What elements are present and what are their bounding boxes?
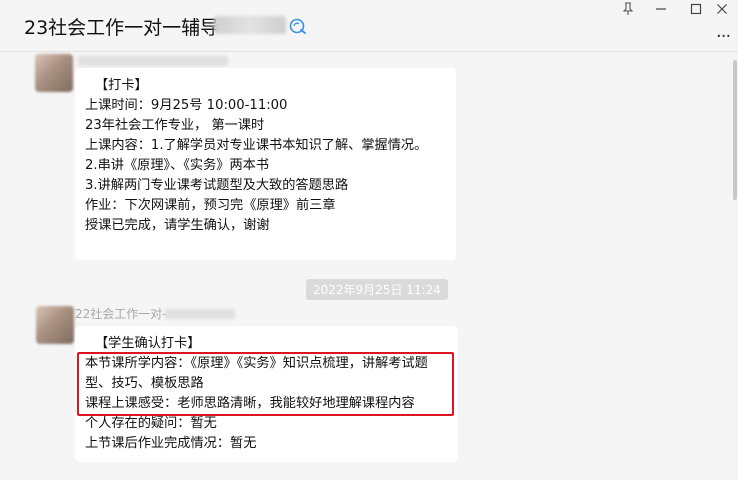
message-line: 上节课后作业完成情况：暂无 — [85, 436, 257, 451]
pin-icon — [622, 2, 634, 15]
message-line: 课程上课感受：老师思路清晰，我能较好地理解课程内容 — [85, 396, 415, 411]
message-line: 个人存在的疑问：暂无 — [85, 416, 217, 431]
chat-scrollbar[interactable] — [733, 60, 737, 200]
sender-name-redacted — [165, 309, 235, 319]
chat-sync-icon[interactable] — [288, 16, 308, 36]
minimize-icon — [656, 8, 666, 10]
title-redacted — [214, 16, 286, 34]
more-options-button[interactable]: ... — [716, 22, 736, 42]
close-icon — [717, 4, 727, 14]
message-line: 作业：下次网课前，预习完《原理》前三章 — [85, 198, 336, 213]
chat-titlebar: 23社会工作一对一辅导 ... — [0, 0, 738, 52]
pin-button[interactable] — [612, 0, 644, 18]
message-line: 【学生确认打卡】 — [95, 336, 201, 351]
message-timestamp: 2022年9月25日 11:24 — [306, 279, 448, 300]
avatar[interactable] — [35, 54, 73, 92]
message-line: 授课已完成，请学生确认，谢谢 — [85, 218, 270, 233]
sender-name: 22社会工作一对- — [75, 307, 167, 321]
message-line: 本节课所学内容：《原理》《实务》知识点梳理，讲解考试题型、技巧、模板思路 — [85, 356, 428, 391]
message-line: 2.串讲《原理》、《实务》两本书 — [85, 158, 270, 173]
message-bubble[interactable]: 【打卡】 上课时间：9月25号 10:00-11:00 23年社会工作专业， 第… — [75, 68, 456, 260]
minimize-button[interactable] — [645, 0, 677, 18]
close-button[interactable] — [706, 0, 738, 18]
avatar[interactable] — [36, 306, 74, 344]
message-bubble[interactable]: 【学生确认打卡】 本节课所学内容：《原理》《实务》知识点梳理，讲解考试题型、技巧… — [75, 326, 458, 462]
chat-title: 23社会工作一对一辅导 — [24, 17, 220, 39]
message-line: 3.讲解两门专业课考试题型及大致的答题思路 — [85, 178, 349, 193]
message-line: 23年社会工作专业， 第一课时 — [85, 118, 265, 133]
message-line: 【打卡】 — [95, 78, 148, 93]
message-line: 上课内容：1.了解学员对专业课书本知识了解、掌握情况。 — [85, 138, 428, 153]
sender-name-redacted — [78, 56, 228, 66]
message-line: 上课时间：9月25号 10:00-11:00 — [85, 98, 288, 113]
maximize-icon — [690, 3, 702, 15]
